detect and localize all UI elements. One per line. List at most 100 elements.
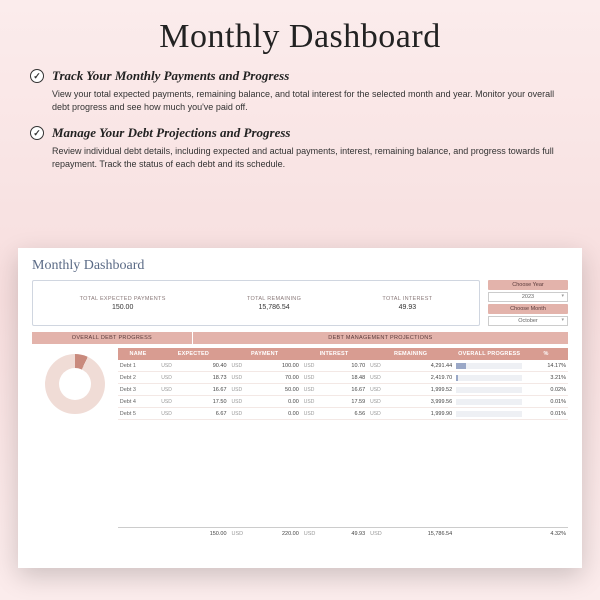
table-row: Debt 3USD16.67USD50.00USD16.67USD1,999.5… [118,384,568,396]
currency-label: USD [301,408,333,420]
col-expected: EXPECTED [158,348,228,360]
cell-progress [454,396,524,408]
cell-progress [454,372,524,384]
feature-desc: View your total expected payments, remai… [30,84,570,113]
debt-table: NAME EXPECTED PAYMENT INTEREST REMAINING… [118,348,568,540]
feature-item: ✓ Manage Your Debt Projections and Progr… [30,125,570,170]
cell-pct: 0.02% [524,384,568,396]
section-band: OVERALL DEBT PROGRESS DEBT MANAGEMENT PR… [32,332,568,344]
check-icon: ✓ [30,126,44,140]
feature-desc: Review individual debt details, includin… [30,141,570,170]
cell-payment: 50.00 [261,384,301,396]
currency-label: USD [229,372,261,384]
currency-label: USD [158,396,188,408]
currency-label: USD [229,384,261,396]
currency-label: USD [229,396,261,408]
feature-item: ✓ Track Your Monthly Payments and Progre… [30,68,570,113]
currency-label: USD [367,396,399,408]
page-title: Monthly Dashboard [0,0,600,64]
currency-label: USD [301,360,333,372]
donut-chart-area [32,348,118,540]
year-picker[interactable]: 2023 [488,292,568,302]
cell-remaining: 1,999.52 [399,384,454,396]
currency-label: USD [367,528,399,540]
cell-payment: 70.00 [261,372,301,384]
cell-payment: 0.00 [261,396,301,408]
currency-label: USD [367,384,399,396]
currency-label: USD [229,408,261,420]
col-interest: INTEREST [301,348,367,360]
total-expected-value: 150.00 [80,304,166,311]
cell-expected: 6.67 [188,408,228,420]
cell-payment: 100.00 [261,360,301,372]
total-interest-label: TOTAL INTEREST [382,296,432,302]
cell-expected: 90.40 [188,360,228,372]
table-row: Debt 4USD17.50USD0.00USD17.59USD3,999.56… [118,396,568,408]
totals-remaining: 15,786.54 [399,528,454,540]
total-remaining-value: 15,786.54 [247,304,301,311]
totals-expected: 150.00 [188,528,228,540]
cell-pct: 0.01% [524,408,568,420]
feature-list: ✓ Track Your Monthly Payments and Progre… [0,64,600,170]
currency-label: USD [158,408,188,420]
cell-progress [454,384,524,396]
band-overall: OVERALL DEBT PROGRESS [32,332,193,344]
total-expected-label: TOTAL EXPECTED PAYMENTS [80,296,166,302]
progress-donut [45,354,105,414]
cell-remaining: 3,999.56 [399,396,454,408]
cell-interest: 18.48 [333,372,367,384]
totals-pct: 4.32% [524,528,568,540]
cell-expected: 18.73 [188,372,228,384]
cell-name: Debt 2 [118,372,159,384]
cell-interest: 16.67 [333,384,367,396]
cell-pct: 14.17% [524,360,568,372]
month-picker-label: Choose Month [488,304,568,314]
currency-label: USD [301,384,333,396]
currency-label: USD [229,528,261,540]
total-interest-value: 49.93 [382,304,432,311]
cell-remaining: 2,419.70 [399,372,454,384]
picker-column: Choose Year 2023 Choose Month October [488,280,568,326]
cell-name: Debt 5 [118,408,159,420]
total-remaining-label: TOTAL REMAINING [247,296,301,302]
col-remaining: REMAINING [367,348,454,360]
currency-label: USD [367,408,399,420]
col-payment: PAYMENT [229,348,301,360]
totals-interest: 49.93 [333,528,367,540]
currency-label: USD [158,360,188,372]
currency-label: USD [367,372,399,384]
currency-label: USD [158,384,188,396]
cell-name: Debt 1 [118,360,159,372]
col-pct: % [524,348,568,360]
cell-name: Debt 3 [118,384,159,396]
month-picker[interactable]: October [488,316,568,326]
summary-box: TOTAL EXPECTED PAYMENTS 150.00 TOTAL REM… [32,280,480,326]
cell-pct: 0.01% [524,396,568,408]
dashboard-screenshot: Monthly Dashboard TOTAL EXPECTED PAYMENT… [18,248,582,568]
feature-title: Track Your Monthly Payments and Progress [52,68,289,84]
totals-payment: 220.00 [261,528,301,540]
cell-interest: 10.70 [333,360,367,372]
cell-interest: 6.56 [333,408,367,420]
cell-expected: 17.50 [188,396,228,408]
cell-remaining: 4,291.44 [399,360,454,372]
summary-row: TOTAL EXPECTED PAYMENTS 150.00 TOTAL REM… [32,280,568,326]
cell-progress [454,408,524,420]
cell-remaining: 1,999.90 [399,408,454,420]
col-name: NAME [118,348,159,360]
check-icon: ✓ [30,69,44,83]
table-row: Debt 5USD6.67USD0.00USD6.56USD1,999.900.… [118,408,568,420]
totals-row: 150.00 USD 220.00 USD 49.93 USD 15,786.5… [118,528,568,540]
cell-pct: 3.21% [524,372,568,384]
currency-label: USD [301,372,333,384]
cell-progress [454,360,524,372]
currency-label: USD [229,360,261,372]
feature-title: Manage Your Debt Projections and Progres… [52,125,290,141]
screenshot-title: Monthly Dashboard [32,258,568,274]
currency-label: USD [367,360,399,372]
year-picker-label: Choose Year [488,280,568,290]
table-row: Debt 1USD90.40USD100.00USD10.70USD4,291.… [118,360,568,372]
currency-label: USD [301,528,333,540]
cell-expected: 16.67 [188,384,228,396]
currency-label: USD [301,396,333,408]
